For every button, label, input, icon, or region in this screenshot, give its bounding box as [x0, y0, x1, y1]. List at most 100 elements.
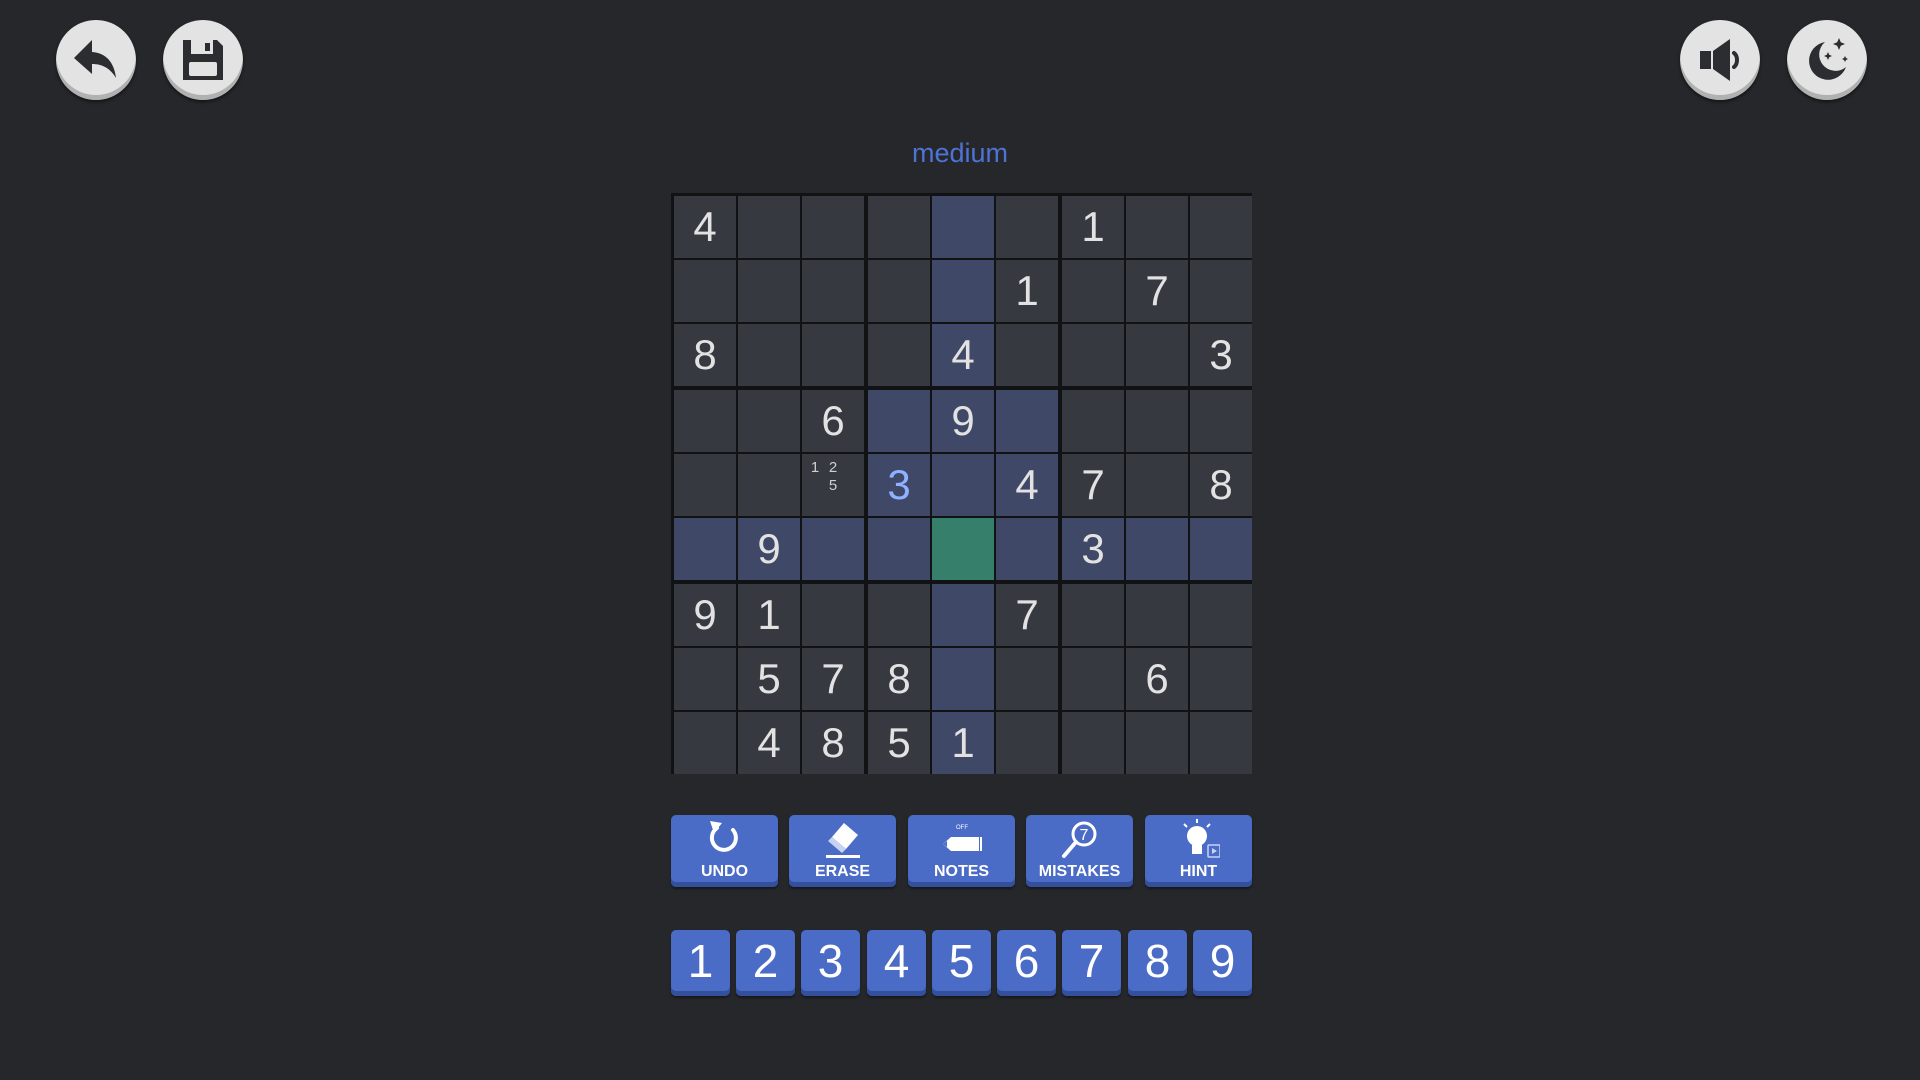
- back-arrow-icon: [74, 40, 116, 78]
- board-cell-r7-c6[interactable]: 7: [996, 584, 1058, 646]
- board-cell-r1-c2[interactable]: [738, 196, 800, 258]
- board-cell-r3-c2[interactable]: [738, 324, 800, 386]
- board-cell-r9-c5[interactable]: 1: [932, 712, 994, 774]
- board-cell-r2-c4[interactable]: [868, 260, 930, 322]
- board-cell-r8-c3[interactable]: 7: [802, 648, 864, 710]
- board-cell-r3-c7[interactable]: [1062, 324, 1124, 386]
- board-cell-r9-c2[interactable]: 4: [738, 712, 800, 774]
- board-cell-r7-c7[interactable]: [1062, 584, 1124, 646]
- board-cell-r4-c4[interactable]: [868, 390, 930, 452]
- erase-button[interactable]: ERASE: [789, 815, 896, 887]
- board-cell-r1-c5[interactable]: [932, 196, 994, 258]
- board-cell-r2-c6[interactable]: 1: [996, 260, 1058, 322]
- board-cell-r2-c3[interactable]: [802, 260, 864, 322]
- board-cell-r8-c2[interactable]: 5: [738, 648, 800, 710]
- board-cell-r4-c1[interactable]: [674, 390, 736, 452]
- board-cell-r9-c3[interactable]: 8: [802, 712, 864, 774]
- board-cell-r8-c5[interactable]: [932, 648, 994, 710]
- board-cell-r9-c1[interactable]: [674, 712, 736, 774]
- board-cell-r9-c9[interactable]: [1190, 712, 1252, 774]
- board-cell-r7-c4[interactable]: [868, 584, 930, 646]
- board-cell-r7-c1[interactable]: 9: [674, 584, 736, 646]
- board-cell-r5-c9[interactable]: 8: [1190, 454, 1252, 516]
- board-cell-r5-c8[interactable]: [1126, 454, 1188, 516]
- board-cell-r1-c6[interactable]: [996, 196, 1058, 258]
- board-cell-r4-c5[interactable]: 9: [932, 390, 994, 452]
- board-cell-r8-c4[interactable]: 8: [868, 648, 930, 710]
- board-cell-r8-c8[interactable]: 6: [1126, 648, 1188, 710]
- board-cell-r3-c6[interactable]: [996, 324, 1058, 386]
- back-button[interactable]: [56, 20, 136, 100]
- hint-button[interactable]: HINT: [1145, 815, 1252, 887]
- board-cell-r6-c9[interactable]: [1190, 518, 1252, 580]
- board-cell-r1-c4[interactable]: [868, 196, 930, 258]
- board-cell-r3-c4[interactable]: [868, 324, 930, 386]
- board-cell-r2-c7[interactable]: [1062, 260, 1124, 322]
- board-cell-r3-c9[interactable]: 3: [1190, 324, 1252, 386]
- sound-button[interactable]: [1680, 20, 1760, 100]
- board-cell-r2-c8[interactable]: 7: [1126, 260, 1188, 322]
- board-cell-r7-c9[interactable]: [1190, 584, 1252, 646]
- board-cell-r3-c1[interactable]: 8: [674, 324, 736, 386]
- number-button-9[interactable]: 9: [1193, 930, 1252, 996]
- board-cell-r5-c2[interactable]: [738, 454, 800, 516]
- board-cell-r6-c1[interactable]: [674, 518, 736, 580]
- board-cell-r2-c5[interactable]: [932, 260, 994, 322]
- board-cell-r4-c3[interactable]: 6: [802, 390, 864, 452]
- number-button-8[interactable]: 8: [1128, 930, 1187, 996]
- board-cell-r9-c7[interactable]: [1062, 712, 1124, 774]
- board-cell-r1-c1[interactable]: 4: [674, 196, 736, 258]
- board-cell-r9-c8[interactable]: [1126, 712, 1188, 774]
- board-cell-r6-c5[interactable]: [932, 518, 994, 580]
- board-cell-r8-c7[interactable]: [1062, 648, 1124, 710]
- board-cell-r6-c8[interactable]: [1126, 518, 1188, 580]
- board-cell-r4-c8[interactable]: [1126, 390, 1188, 452]
- board-cell-r7-c8[interactable]: [1126, 584, 1188, 646]
- board-cell-r5-c1[interactable]: [674, 454, 736, 516]
- board-cell-r1-c8[interactable]: [1126, 196, 1188, 258]
- board-cell-r4-c2[interactable]: [738, 390, 800, 452]
- number-button-1[interactable]: 1: [671, 930, 730, 996]
- board-cell-r6-c4[interactable]: [868, 518, 930, 580]
- number-button-3[interactable]: 3: [801, 930, 860, 996]
- board-cell-r5-c7[interactable]: 7: [1062, 454, 1124, 516]
- board-cell-r5-c5[interactable]: [932, 454, 994, 516]
- board-cell-r3-c8[interactable]: [1126, 324, 1188, 386]
- board-cell-r7-c3[interactable]: [802, 584, 864, 646]
- number-button-5[interactable]: 5: [932, 930, 991, 996]
- board-cell-r6-c7[interactable]: 3: [1062, 518, 1124, 580]
- board-cell-r2-c9[interactable]: [1190, 260, 1252, 322]
- number-button-2[interactable]: 2: [736, 930, 795, 996]
- board-cell-r3-c5[interactable]: 4: [932, 324, 994, 386]
- board-cell-r7-c2[interactable]: 1: [738, 584, 800, 646]
- board-cell-r8-c1[interactable]: [674, 648, 736, 710]
- board-cell-r6-c3[interactable]: [802, 518, 864, 580]
- night-mode-button[interactable]: [1787, 20, 1867, 100]
- number-button-6[interactable]: 6: [997, 930, 1056, 996]
- board-cell-r9-c4[interactable]: 5: [868, 712, 930, 774]
- notes-button[interactable]: OFF NOTES: [908, 815, 1015, 887]
- board-cell-r5-c3[interactable]: 125: [802, 454, 864, 516]
- board-cell-r2-c1[interactable]: [674, 260, 736, 322]
- board-cell-r6-c6[interactable]: [996, 518, 1058, 580]
- board-cell-r7-c5[interactable]: [932, 584, 994, 646]
- board-cell-r1-c9[interactable]: [1190, 196, 1252, 258]
- board-cell-r2-c2[interactable]: [738, 260, 800, 322]
- board-cell-r5-c6[interactable]: 4: [996, 454, 1058, 516]
- board-cell-r8-c6[interactable]: [996, 648, 1058, 710]
- board-cell-r9-c6[interactable]: [996, 712, 1058, 774]
- mistakes-button[interactable]: 7 MISTAKES: [1026, 815, 1133, 887]
- save-button[interactable]: [163, 20, 243, 100]
- board-cell-r4-c7[interactable]: [1062, 390, 1124, 452]
- board-cell-r4-c6[interactable]: [996, 390, 1058, 452]
- number-button-4[interactable]: 4: [867, 930, 926, 996]
- board-cell-r6-c2[interactable]: 9: [738, 518, 800, 580]
- board-cell-r1-c7[interactable]: 1: [1062, 196, 1124, 258]
- board-cell-r3-c3[interactable]: [802, 324, 864, 386]
- number-button-7[interactable]: 7: [1062, 930, 1121, 996]
- board-cell-r5-c4[interactable]: 3: [868, 454, 930, 516]
- board-cell-r4-c9[interactable]: [1190, 390, 1252, 452]
- board-cell-r8-c9[interactable]: [1190, 648, 1252, 710]
- board-cell-r1-c3[interactable]: [802, 196, 864, 258]
- undo-button[interactable]: UNDO: [671, 815, 778, 887]
